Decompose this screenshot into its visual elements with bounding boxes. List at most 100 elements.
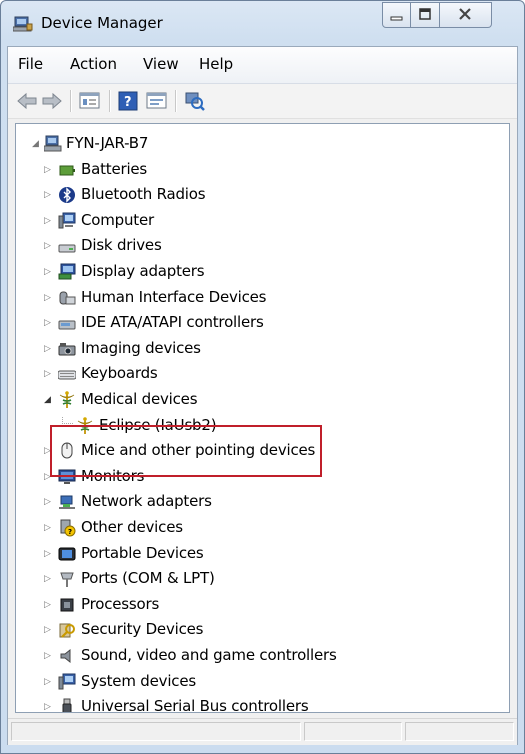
status-bar [8, 718, 517, 745]
computer-root-icon [44, 135, 62, 152]
expand-arrow-icon[interactable]: ▷ [44, 599, 54, 611]
expand-arrow-icon[interactable]: ▷ [44, 368, 54, 380]
expand-arrow-icon[interactable]: ▷ [44, 189, 54, 201]
battery-icon [59, 165, 75, 175]
tree-item-system-devices[interactable]: ▷ System devices [16, 670, 509, 695]
tree-item-batteries[interactable]: ▷ Batteries [16, 158, 509, 183]
expand-arrow-icon[interactable]: ▷ [44, 317, 54, 329]
tree-item-label: Medical devices [81, 389, 198, 408]
tree-connector [62, 416, 73, 424]
expand-arrow-icon[interactable]: ▷ [44, 292, 54, 304]
expand-arrow-icon[interactable]: ▷ [44, 624, 54, 636]
window-title: Device Manager [41, 14, 163, 32]
menu-view[interactable]: View [143, 55, 179, 73]
tree-item-portable-devices[interactable]: ▷ Portable Devices [16, 542, 509, 567]
menu-help[interactable]: Help [199, 55, 233, 73]
tree-item-display-adapters[interactable]: ▷ Display adapters [16, 260, 509, 285]
expand-arrow-icon[interactable]: ▷ [44, 548, 54, 560]
medical-caduceus-icon [59, 391, 75, 408]
tree-item-medical-devices[interactable]: ◢ Medical devices [16, 388, 509, 413]
tree-item-label: Batteries [81, 159, 148, 178]
tree-item-label: Imaging devices [81, 338, 201, 357]
scan-hardware-icon[interactable] [184, 91, 206, 111]
hid-icon [59, 291, 76, 304]
tree-item-security-devices[interactable]: ▷ Security Devices [16, 618, 509, 643]
ide-controller-icon [58, 320, 76, 330]
tree-item-label: Portable Devices [81, 543, 204, 562]
maximize-button[interactable] [411, 2, 440, 28]
collapse-arrow-icon[interactable]: ◢ [44, 394, 54, 406]
tree-item-ide-ata-atapi-controllers[interactable]: ▷ IDE ATA/ATAPI controllers [16, 311, 509, 336]
toolbar-separator [109, 90, 111, 112]
menu-file[interactable]: File [18, 55, 43, 73]
tree-item-human-interface-devices[interactable]: ▷ Human Interface Devices [16, 286, 509, 311]
disk-drive-icon [58, 244, 76, 253]
tree-item-label: Processors [81, 594, 160, 613]
status-pane-2 [304, 722, 402, 741]
close-button[interactable] [440, 2, 492, 28]
tree-item-label: Universal Serial Bus controllers [81, 697, 309, 713]
expand-arrow-icon[interactable]: ▷ [44, 215, 54, 227]
medical-devices-highlight-box [50, 425, 322, 477]
minimize-button[interactable] [382, 2, 411, 28]
maximize-icon [419, 8, 431, 20]
tree-item-imaging-devices[interactable]: ▷ Imaging devices [16, 337, 509, 362]
keyboard-icon [58, 370, 76, 380]
tree-root[interactable]: ◢ FYN-JAR-B7 [16, 132, 509, 157]
expand-arrow-icon[interactable]: ▷ [44, 496, 54, 508]
computer-icon [58, 212, 76, 229]
tree-item-label: Security Devices [81, 620, 204, 639]
expand-arrow-icon[interactable]: ▷ [44, 676, 54, 688]
tree-item-label: Keyboards [81, 364, 158, 383]
usb-icon [62, 698, 72, 712]
tree-item-ports-com-lpt[interactable]: ▷ Ports (COM & LPT) [16, 567, 509, 592]
expand-arrow-icon[interactable]: ▷ [44, 240, 54, 252]
imaging-device-icon [58, 342, 76, 356]
properties-icon[interactable] [146, 91, 168, 111]
portable-device-icon [58, 547, 76, 560]
tree-item-label: Ports (COM & LPT) [81, 569, 215, 588]
tree-item-network-adapters[interactable]: ▷ Network adapters [16, 490, 509, 515]
menu-action[interactable]: Action [70, 55, 117, 73]
display-adapter-icon [58, 263, 76, 280]
tree-item-label: Disk drives [81, 236, 162, 255]
status-pane-main [11, 722, 301, 741]
tree-item-sound-video-and-game-controllers[interactable]: ▷ Sound, video and game controllers [16, 644, 509, 669]
tree-item-processors[interactable]: ▷ Processors [16, 593, 509, 618]
toolbar: ? [8, 84, 517, 119]
tree-item-label: Sound, video and game controllers [81, 645, 337, 664]
tree-item-disk-drives[interactable]: ▷ Disk drives [16, 234, 509, 259]
port-icon [60, 572, 74, 588]
expand-arrow-icon[interactable]: ▷ [44, 573, 54, 585]
client-area: File Action View Help ? ◢ FYN-JAR-B7 ▷ Ba… [7, 46, 518, 745]
tree-item-computer[interactable]: ▷ Computer [16, 209, 509, 234]
title-bar[interactable]: Device Manager [1, 1, 524, 47]
tree-item-universal-serial-bus-controllers[interactable]: ▷ Universal Serial Bus controllers [16, 695, 509, 713]
expand-arrow-icon[interactable]: ▷ [44, 701, 54, 712]
tree-item-label: Other devices [81, 517, 183, 536]
back-arrow-icon[interactable] [16, 91, 38, 111]
bluetooth-icon [59, 187, 75, 204]
device-manager-window: Device Manager File Action View Help ? ◢… [0, 0, 525, 754]
expand-arrow-icon[interactable]: ▷ [44, 522, 54, 534]
device-tree[interactable]: ◢ FYN-JAR-B7 ▷ Batteries ▷ Bluetooth Radios… [15, 123, 510, 713]
tree-item-label: System devices [81, 671, 196, 690]
tree-item-other-devices[interactable]: ▷? Other devices [16, 516, 509, 541]
tree-item-keyboards[interactable]: ▷ Keyboards [16, 362, 509, 387]
forward-arrow-icon[interactable] [41, 91, 63, 111]
console-tree-icon[interactable] [79, 91, 101, 111]
svg-text:?: ? [68, 528, 72, 536]
other-device-icon: ? [60, 519, 76, 537]
expand-arrow-icon[interactable]: ▷ [44, 164, 54, 176]
expand-arrow-icon[interactable]: ▷ [44, 266, 54, 278]
tree-item-bluetooth-radios[interactable]: ▷ Bluetooth Radios [16, 183, 509, 208]
svg-text:?: ? [124, 95, 132, 110]
collapse-arrow-icon[interactable]: ◢ [32, 138, 42, 150]
menu-bar: File Action View Help [8, 47, 517, 84]
tree-item-label: Network adapters [81, 492, 212, 511]
help-icon[interactable]: ? [118, 91, 138, 111]
close-icon [459, 8, 471, 20]
minimize-icon [390, 16, 403, 21]
expand-arrow-icon[interactable]: ▷ [44, 650, 54, 662]
expand-arrow-icon[interactable]: ▷ [44, 343, 54, 355]
